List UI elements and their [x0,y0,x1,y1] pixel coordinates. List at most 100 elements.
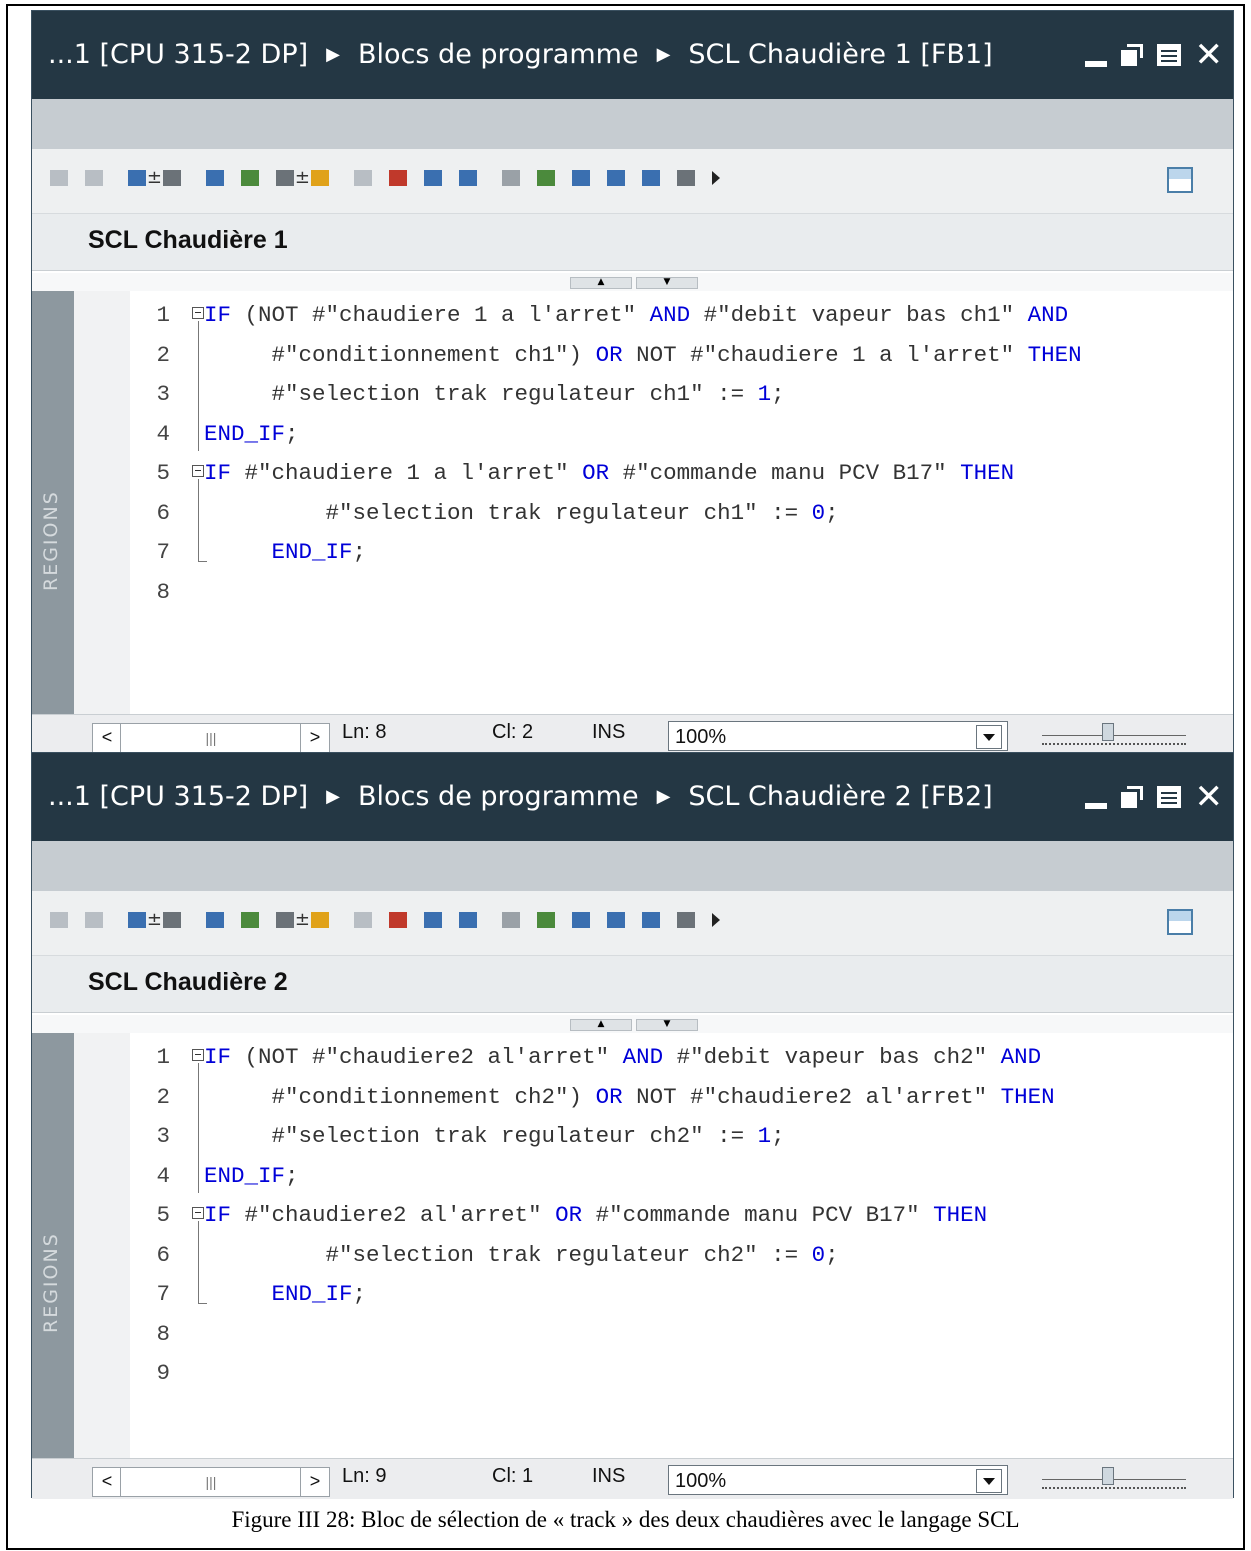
trace-icon[interactable] [455,905,481,935]
breadcrumb-program-blocks[interactable]: Blocs de programme [358,753,639,841]
breadcrumb-separator-icon: ▶ [326,786,341,807]
instance-icon[interactable] [272,163,310,193]
favorite-icon[interactable] [307,905,333,935]
regions-panel[interactable]: REGIONS [32,291,79,714]
figure-caption: Figure III 28: Bloc de sélection de « tr… [231,1507,1020,1532]
line-number: 2 [156,1083,170,1110]
collapse-icon[interactable] [192,1207,204,1219]
restore-icon[interactable] [1120,786,1143,808]
breadcrumb-cpu[interactable]: ...1 [CPU 315-2 DP] [48,753,308,841]
code-area[interactable]: 1 IF (NOT #"chaudiere2 al'arret" AND #"de… [130,1033,1233,1458]
scroll-left-icon[interactable]: < [92,723,122,753]
horizontal-scrollbar[interactable]: ||| [120,1467,302,1497]
close-icon[interactable]: ✕ [1195,780,1224,814]
indent-icon[interactable] [46,905,72,935]
list-icon[interactable] [202,905,228,935]
breadcrumb-block: SCL Chaudière 2 [FB2] [688,781,993,812]
monitor-icon[interactable] [350,905,376,935]
watch-icon[interactable] [420,163,446,193]
list-icon[interactable] [202,163,228,193]
increase-indent-icon[interactable] [603,905,629,935]
code-area[interactable]: 1 IF (NOT #"chaudiere 1 a l'arret" AND #"… [130,291,1233,714]
code-text: #"selection trak regulateur ch1" := 1; [204,381,785,407]
watch-icon[interactable] [420,905,446,935]
breakpoint-icon[interactable] [385,163,411,193]
toolbar-icons [46,905,729,935]
zoom-slider-thumb[interactable] [1102,723,1114,741]
zoom-select[interactable]: 100% [668,721,1008,751]
code-text: #"conditionnement ch2") OR NOT #"chaudie… [204,1083,1055,1110]
code-text: #"conditionnement ch1") OR NOT #"chaudie… [204,341,1082,368]
zoom-slider[interactable] [1042,723,1186,745]
decrease-indent-icon[interactable] [638,163,664,193]
comment-icon[interactable] [498,905,524,935]
favorites-panel-icon[interactable] [1167,909,1193,935]
chevron-down-icon[interactable] [976,725,1002,749]
restore-icon[interactable] [1120,44,1143,66]
line-number: 5 [156,460,170,486]
line-number: 4 [156,1162,170,1189]
fold-guide [198,479,207,562]
instance-icon[interactable] [272,905,310,935]
block-icon[interactable] [237,163,263,193]
scroll-right-icon[interactable]: > [300,723,330,753]
insert-icon[interactable] [124,905,162,935]
compile-icon[interactable] [533,163,559,193]
monitor-icon[interactable] [350,163,376,193]
block-icon[interactable] [237,905,263,935]
cursor-column: Cl: 1 [492,1465,534,1487]
chevron-down-icon[interactable] [976,1469,1002,1493]
more-arrow-icon[interactable] [712,171,720,185]
outdent-icon[interactable] [81,905,107,935]
maximize-icon[interactable] [1156,786,1181,808]
zoom-value: 100% [675,726,727,748]
block-title: SCL Chaudière 1 [88,226,288,254]
insert-icon[interactable] [124,163,162,193]
increase-indent-icon[interactable] [603,163,629,193]
compile-icon[interactable] [533,905,559,935]
trace-icon[interactable] [455,163,481,193]
scroll-up-icon[interactable]: ▲ [570,1019,632,1031]
format-icon[interactable] [673,163,699,193]
line-number-gutter [74,1033,131,1458]
comment-icon[interactable] [498,163,524,193]
fold-guide [198,1221,207,1304]
outdent-icon[interactable] [81,163,107,193]
scroll-down-icon[interactable]: ▼ [636,277,698,289]
scroll-right-icon[interactable]: > [300,1467,330,1497]
decrease-indent-icon[interactable] [638,905,664,935]
breadcrumb-program-blocks[interactable]: Blocs de programme [358,11,639,99]
column-ruler: ▲ ▼ [32,1015,1233,1034]
scroll-left-icon[interactable]: < [92,1467,122,1497]
scroll-down-icon[interactable]: ▼ [636,1019,698,1031]
format-icon[interactable] [673,905,699,935]
more-arrow-icon[interactable] [712,913,720,927]
breakpoint-icon[interactable] [385,905,411,935]
insert-mode: INS [592,1465,626,1487]
maximize-icon[interactable] [1156,44,1181,66]
fold-guide [198,321,199,451]
collapse-icon[interactable] [192,1049,204,1061]
collapse-icon[interactable] [192,465,204,477]
network-icon[interactable] [159,163,185,193]
close-icon[interactable]: ✕ [1195,38,1224,72]
horizontal-scrollbar[interactable]: ||| [120,723,302,753]
minimize-icon[interactable] [1084,61,1107,67]
zoom-slider[interactable] [1042,1467,1186,1489]
jump-icon[interactable] [568,163,594,193]
window-controls: ✕ [1084,11,1224,99]
zoom-slider-thumb[interactable] [1102,1467,1114,1485]
minimize-icon[interactable] [1084,803,1107,809]
jump-icon[interactable] [568,905,594,935]
breadcrumb-cpu[interactable]: ...1 [CPU 315-2 DP] [48,11,308,99]
scroll-up-icon[interactable]: ▲ [570,277,632,289]
indent-icon[interactable] [46,163,72,193]
zoom-select[interactable]: 100% [668,1465,1008,1495]
favorite-icon[interactable] [307,163,333,193]
breadcrumb: ...1 [CPU 315-2 DP] ▶ Blocs de programme… [48,11,993,99]
regions-panel[interactable]: REGIONS [32,1033,79,1458]
collapse-icon[interactable] [192,307,204,319]
network-icon[interactable] [159,905,185,935]
favorites-panel-icon[interactable] [1167,167,1193,193]
block-interface-bar [32,99,1233,149]
